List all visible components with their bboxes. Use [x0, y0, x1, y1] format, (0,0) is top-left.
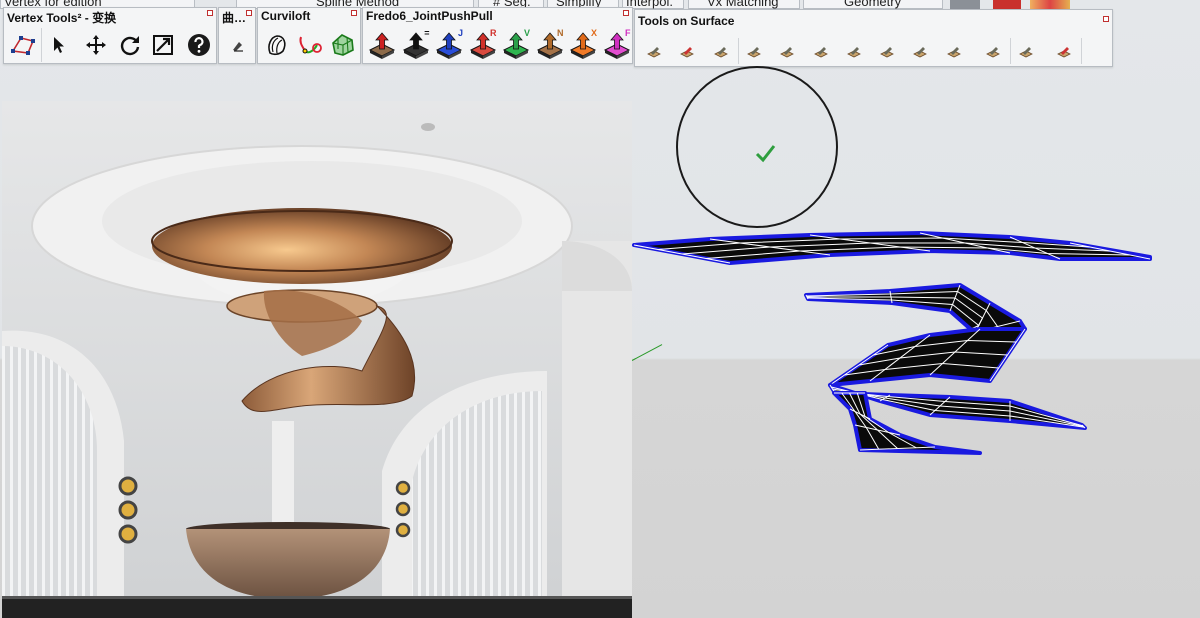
vertex-push-pull-button[interactable]: V	[501, 28, 531, 60]
surface-tool-icon	[1056, 47, 1071, 58]
tos-line-button[interactable]	[645, 42, 663, 60]
loft-mesh-icon	[332, 34, 354, 56]
close-icon[interactable]	[207, 10, 213, 16]
rotate-icon	[120, 36, 140, 56]
tos-make-face-button[interactable]	[945, 42, 963, 60]
tos-edit-button[interactable]	[1055, 42, 1073, 60]
toolbar-title: Vertex Tools² - 变换	[7, 11, 117, 25]
spiral-ribbon-model[interactable]	[630, 225, 1160, 485]
select-arrow-button[interactable]	[44, 30, 74, 60]
tab-interpol[interactable]: Interpol.	[626, 0, 673, 9]
toolbar-title: Curviloft	[261, 9, 311, 23]
surface-tool-icon	[647, 47, 661, 58]
button-letter: N	[557, 28, 564, 38]
surface-tool-icon	[746, 47, 761, 58]
curve-tool-button[interactable]	[223, 30, 253, 60]
rotate-button[interactable]	[115, 30, 145, 60]
tos-eraser-button[interactable]	[1017, 42, 1035, 60]
help-button[interactable]	[184, 30, 214, 60]
extrude-push-pull-button[interactable]: X	[568, 28, 598, 60]
vertex-select-tool-button[interactable]	[8, 30, 38, 60]
move-button[interactable]	[81, 30, 111, 60]
tab-strip-gray-block	[950, 0, 980, 9]
interior-render-image	[2, 101, 632, 618]
tos-rectangle-button[interactable]	[712, 42, 730, 60]
tos-circle-button[interactable]	[745, 42, 763, 60]
arrow-cursor-icon	[54, 37, 64, 53]
tab-strip-red-block	[993, 0, 1021, 9]
tools-on-surface-toolbar: Tools on Surface	[634, 9, 1113, 67]
surface-tool-icon	[946, 47, 961, 58]
tos-pen-button[interactable]	[678, 42, 696, 60]
loft-along-path-button[interactable]	[328, 30, 358, 60]
follow-push-pull-button[interactable]: F	[602, 28, 632, 60]
toolbar-separator	[1010, 38, 1011, 64]
joint-push-pull-toolbar: Fredo6_JointPushPull = J R V N X F	[362, 7, 633, 64]
toolbar-separator	[737, 38, 739, 64]
loft-shell-icon	[268, 35, 286, 56]
move-arrows-icon	[86, 35, 106, 55]
tab-geometry[interactable]: Geometry	[844, 0, 901, 9]
surface-tool-icon	[986, 47, 1000, 58]
tos-parallelogram-button[interactable]	[845, 42, 863, 60]
push-pull-arrow-icon	[368, 32, 396, 59]
toolbar-separator	[1080, 38, 1082, 64]
button-letter: V	[523, 28, 530, 38]
button-letter: =	[424, 28, 430, 38]
tab-strip-icons	[1030, 0, 1070, 9]
toolbar-title: 曲…	[222, 11, 247, 25]
joint-push-pull-button[interactable]	[367, 30, 397, 60]
tab-vx-matching[interactable]: Vx Matching	[707, 0, 779, 9]
question-icon	[188, 34, 210, 56]
close-icon[interactable]	[1103, 16, 1109, 22]
toolbar-title: Tools on Surface	[638, 14, 735, 28]
toolbar-title: Fredo6_JointPushPull	[366, 9, 493, 23]
curve-tools-toolbar: 曲…	[218, 7, 256, 64]
surface-tool-icon	[880, 47, 894, 58]
surface-tool-icon	[1019, 47, 1034, 58]
vertex-tools-toolbar: Vertex Tools² - 变换	[3, 7, 217, 64]
contour-skin-icon	[299, 36, 322, 54]
curve-pen-icon	[233, 42, 243, 52]
surface-tool-icon	[713, 47, 728, 58]
vector-push-pull-button[interactable]: =	[401, 28, 431, 60]
button-letter: X	[590, 28, 597, 38]
button-letter: F	[625, 28, 631, 38]
tos-arc-button[interactable]	[878, 42, 896, 60]
surface-tool-icon	[913, 47, 928, 58]
scale-button[interactable]	[148, 30, 178, 60]
scale-icon	[153, 35, 173, 55]
close-icon[interactable]	[351, 10, 357, 16]
vertex-polygon-icon	[11, 36, 35, 55]
surface-tool-icon	[813, 47, 828, 58]
normal-push-pull-button[interactable]: J	[434, 28, 464, 60]
tos-offset-button[interactable]	[911, 42, 929, 60]
tos-generate-faces-button[interactable]	[984, 42, 1002, 60]
close-icon[interactable]	[246, 10, 252, 16]
close-icon[interactable]	[623, 10, 629, 16]
curviloft-toolbar: Curviloft	[257, 7, 361, 64]
surface-tool-icon	[846, 47, 861, 58]
round-push-pull-button[interactable]: R	[468, 28, 498, 60]
check-icon	[755, 145, 776, 163]
surface-tool-icon	[780, 47, 795, 58]
skin-contours-button[interactable]	[295, 30, 325, 60]
button-letter: J	[457, 28, 463, 38]
normal-axis-push-pull-button[interactable]: N	[535, 28, 565, 60]
reference-photo	[2, 101, 632, 618]
loft-by-spline-button[interactable]	[262, 30, 292, 60]
surface-tool-icon	[680, 47, 695, 58]
tos-ellipse-button[interactable]	[812, 42, 830, 60]
button-letter: R	[490, 28, 497, 38]
tos-polygon-button[interactable]	[778, 42, 796, 60]
